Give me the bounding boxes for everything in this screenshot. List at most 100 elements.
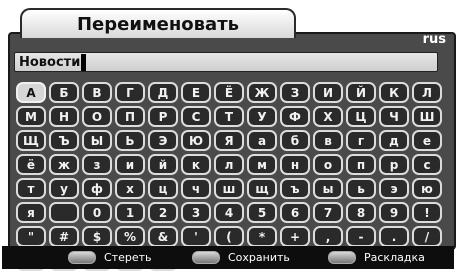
- key-45[interactable]: л: [214, 154, 244, 175]
- key-86[interactable]: +: [280, 226, 310, 247]
- key-16[interactable]: П: [115, 106, 145, 127]
- key-4[interactable]: Д: [148, 82, 178, 103]
- key-22[interactable]: Х: [313, 106, 343, 127]
- key-61[interactable]: ы: [313, 178, 343, 199]
- key-52[interactable]: т: [16, 178, 46, 199]
- footer-bar: Стереть Сохранить Раскладка: [2, 246, 454, 269]
- key-76[interactable]: 9: [379, 202, 409, 223]
- key-21[interactable]: Ф: [280, 106, 310, 127]
- key-70[interactable]: 3: [181, 202, 211, 223]
- key-77[interactable]: !: [412, 202, 442, 223]
- key-28[interactable]: Ы: [82, 130, 112, 151]
- key-1[interactable]: Б: [49, 82, 79, 103]
- key-44[interactable]: к: [181, 154, 211, 175]
- key-88[interactable]: -: [346, 226, 376, 247]
- key-7[interactable]: Ж: [247, 82, 277, 103]
- key-13[interactable]: М: [16, 106, 46, 127]
- key-56[interactable]: ц: [148, 178, 178, 199]
- key-67[interactable]: 0: [82, 202, 112, 223]
- key-87[interactable]: ,: [313, 226, 343, 247]
- key-54[interactable]: ф: [82, 178, 112, 199]
- key-48[interactable]: о: [313, 154, 343, 175]
- key-58[interactable]: ш: [214, 178, 244, 199]
- key-73[interactable]: 6: [280, 202, 310, 223]
- key-79[interactable]: #: [49, 226, 79, 247]
- save-action[interactable]: Сохранить: [192, 251, 290, 264]
- key-32[interactable]: Я: [214, 130, 244, 151]
- erase-action[interactable]: Стереть: [68, 251, 152, 264]
- key-85[interactable]: *: [247, 226, 277, 247]
- key-55[interactable]: х: [115, 178, 145, 199]
- key-40[interactable]: ж: [49, 154, 79, 175]
- key-5[interactable]: Е: [181, 82, 211, 103]
- key-51[interactable]: с: [412, 154, 442, 175]
- key-29[interactable]: Ь: [115, 130, 145, 151]
- key-78[interactable]: ": [16, 226, 46, 247]
- key-65[interactable]: я: [16, 202, 46, 223]
- layout-action[interactable]: Раскладка: [328, 251, 425, 264]
- key-10[interactable]: Й: [346, 82, 376, 103]
- key-66[interactable]: [49, 202, 79, 223]
- key-3[interactable]: Г: [115, 82, 145, 103]
- key-53[interactable]: у: [49, 178, 79, 199]
- key-12[interactable]: Л: [412, 82, 442, 103]
- key-14[interactable]: Н: [49, 106, 79, 127]
- key-24[interactable]: Ч: [379, 106, 409, 127]
- key-6[interactable]: Ё: [214, 82, 244, 103]
- key-80[interactable]: $: [82, 226, 112, 247]
- key-0[interactable]: А: [16, 82, 46, 103]
- key-59[interactable]: щ: [247, 178, 277, 199]
- text-cursor: [81, 53, 87, 71]
- key-62[interactable]: ь: [346, 178, 376, 199]
- key-9[interactable]: И: [313, 82, 343, 103]
- key-84[interactable]: (: [214, 226, 244, 247]
- dialog-title: Переименовать: [76, 13, 240, 35]
- key-64[interactable]: ю: [412, 178, 442, 199]
- key-23[interactable]: Ц: [346, 106, 376, 127]
- key-71[interactable]: 4: [214, 202, 244, 223]
- key-15[interactable]: О: [82, 106, 112, 127]
- key-50[interactable]: р: [379, 154, 409, 175]
- key-11[interactable]: К: [379, 82, 409, 103]
- key-74[interactable]: 7: [313, 202, 343, 223]
- key-60[interactable]: ъ: [280, 178, 310, 199]
- key-83[interactable]: ': [181, 226, 211, 247]
- key-35[interactable]: в: [313, 130, 343, 151]
- erase-label: Стереть: [104, 251, 152, 264]
- key-43[interactable]: й: [148, 154, 178, 175]
- key-57[interactable]: ч: [181, 178, 211, 199]
- key-26[interactable]: Щ: [16, 130, 46, 151]
- key-20[interactable]: У: [247, 106, 277, 127]
- key-27[interactable]: Ъ: [49, 130, 79, 151]
- key-25[interactable]: Ш: [412, 106, 442, 127]
- key-41[interactable]: з: [82, 154, 112, 175]
- key-68[interactable]: 1: [115, 202, 145, 223]
- key-19[interactable]: Т: [214, 106, 244, 127]
- key-46[interactable]: м: [247, 154, 277, 175]
- name-input-field[interactable]: Новости: [14, 52, 438, 72]
- key-75[interactable]: 8: [346, 202, 376, 223]
- key-18[interactable]: С: [181, 106, 211, 127]
- key-81[interactable]: %: [115, 226, 145, 247]
- key-72[interactable]: 5: [247, 202, 277, 223]
- key-2[interactable]: В: [82, 82, 112, 103]
- key-17[interactable]: Р: [148, 106, 178, 127]
- key-33[interactable]: а: [247, 130, 277, 151]
- key-37[interactable]: д: [379, 130, 409, 151]
- key-42[interactable]: и: [115, 154, 145, 175]
- key-82[interactable]: &: [148, 226, 178, 247]
- key-30[interactable]: Э: [148, 130, 178, 151]
- key-89[interactable]: .: [379, 226, 409, 247]
- key-47[interactable]: н: [280, 154, 310, 175]
- key-8[interactable]: З: [280, 82, 310, 103]
- key-34[interactable]: б: [280, 130, 310, 151]
- key-49[interactable]: п: [346, 154, 376, 175]
- language-indicator: rus: [422, 32, 446, 47]
- key-69[interactable]: 2: [148, 202, 178, 223]
- key-39[interactable]: ё: [16, 154, 46, 175]
- key-90[interactable]: /: [412, 226, 442, 247]
- key-31[interactable]: Ю: [181, 130, 211, 151]
- key-36[interactable]: г: [346, 130, 376, 151]
- key-38[interactable]: е: [412, 130, 442, 151]
- key-63[interactable]: э: [379, 178, 409, 199]
